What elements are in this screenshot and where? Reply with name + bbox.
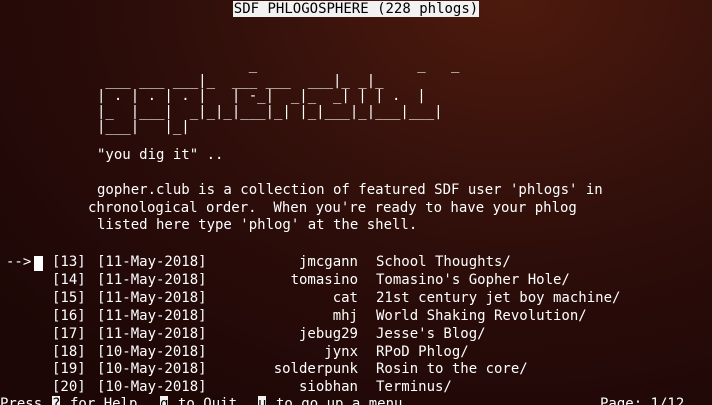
item-user: solderpunk (273, 361, 358, 377)
menu-row[interactable]: [19] [10-May-2018] solderpunk Rosin to t… (0, 361, 712, 378)
menu-row[interactable]: [16] [11-May-2018] mhj World Shaking Rev… (0, 308, 712, 325)
item-date: [10-May-2018] (97, 344, 207, 360)
item-user: jmcgann (298, 254, 358, 270)
menu-row[interactable]: [18] [10-May-2018] jynx RPoD Phlog/ (0, 344, 712, 361)
status-help-text: for Help, (70, 396, 146, 405)
tagline: "you dig it" .. (97, 147, 224, 163)
item-date: [11-May-2018] (97, 272, 207, 288)
status-quit-text: to Quit, (178, 396, 246, 405)
item-number: [17] (52, 326, 86, 342)
item-user: jynx (324, 344, 358, 360)
cursor-block (34, 256, 43, 271)
item-number: [13] (52, 254, 86, 270)
up-key[interactable]: u (258, 396, 267, 405)
item-title[interactable]: Terminus/ (376, 379, 452, 396)
intro-line-1: gopher.club is a collection of featured … (97, 182, 603, 198)
item-number: [14] (52, 272, 86, 288)
item-number: [16] (52, 308, 86, 324)
quit-key[interactable]: q (160, 396, 169, 405)
gopher-club-ascii-logo: _ _ _ ___ ___ ___|_ ___ ___ ___|_ _|_ | … (97, 57, 460, 135)
help-key[interactable]: ? (52, 396, 61, 405)
item-number: [20] (52, 379, 86, 395)
status-bar: Press ? for Help, q to Quit, u to go up … (0, 396, 712, 405)
item-user: mhj (332, 308, 358, 324)
item-user: cat (332, 290, 358, 306)
item-date: [10-May-2018] (97, 379, 207, 395)
item-date: [11-May-2018] (97, 254, 207, 270)
item-title[interactable]: Jesse's Blog/ (376, 326, 486, 343)
status-press: Press (0, 396, 43, 405)
item-number: [18] (52, 344, 86, 360)
item-date: [11-May-2018] (97, 326, 207, 342)
status-up-text: to go up a menu (276, 396, 403, 405)
item-title[interactable]: Rosin to the core/ (376, 361, 528, 378)
intro-line-3: listed here type 'phlog' at the shell. (97, 217, 418, 233)
item-title[interactable]: Tomasino's Gopher Hole/ (376, 272, 570, 289)
page-title: SDF PHLOGOSPHERE (228 phlogs) (232, 1, 480, 17)
item-user: siobhan (298, 379, 358, 395)
item-title[interactable]: RPoD Phlog/ (376, 344, 469, 361)
item-number: [19] (52, 361, 86, 377)
intro-line-2: chronological order. When you're ready t… (88, 200, 577, 216)
item-title[interactable]: World Shaking Revolution/ (376, 308, 587, 325)
item-user: jebug29 (298, 326, 358, 342)
item-user: tomasino (290, 272, 358, 288)
item-date: [11-May-2018] (97, 308, 207, 324)
menu-row[interactable]: [15] [11-May-2018] cat 21st century jet … (0, 290, 712, 307)
item-date: [11-May-2018] (97, 290, 207, 306)
item-number: [15] (52, 290, 86, 306)
item-title[interactable]: 21st century jet boy machine/ (376, 290, 620, 307)
cursor-arrow: --> (6, 254, 32, 270)
item-date: [10-May-2018] (97, 361, 207, 377)
page-indicator: Page: 1/12 (600, 396, 685, 405)
menu-row-selected[interactable]: --> [13] [11-May-2018] jmcgann School Th… (0, 254, 712, 271)
title-bar: SDF PHLOGOSPHERE (228 phlogs) (0, 1, 712, 19)
item-title[interactable]: School Thoughts/ (376, 254, 511, 271)
menu-row[interactable]: [14] [11-May-2018] tomasino Tomasino's G… (0, 272, 712, 289)
menu-row[interactable]: [17] [11-May-2018] jebug29 Jesse's Blog/ (0, 326, 712, 343)
menu-row[interactable]: [20] [10-May-2018] siobhan Terminus/ (0, 379, 712, 396)
